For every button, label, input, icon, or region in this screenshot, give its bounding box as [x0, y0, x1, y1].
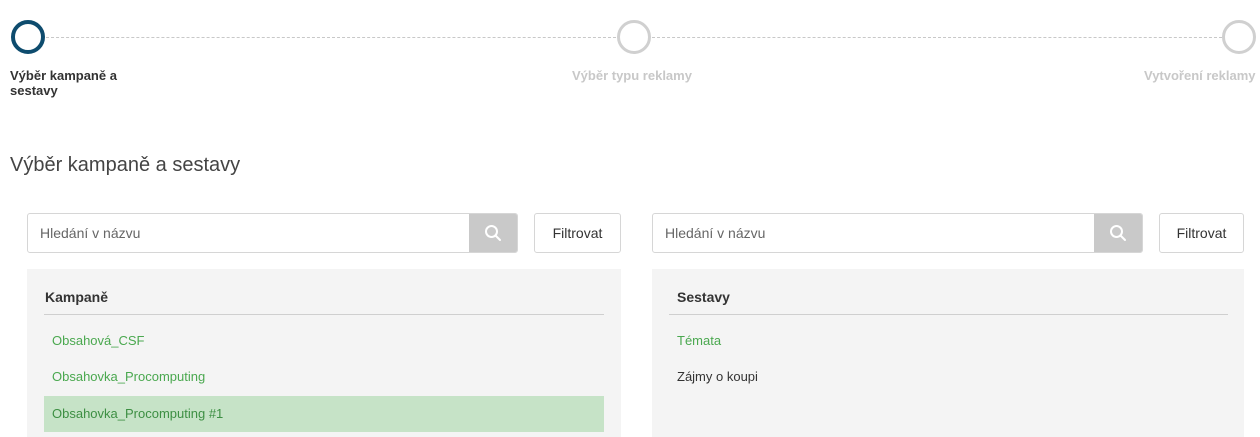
step-connector — [652, 37, 1222, 38]
progress-stepper: Výběr kampaně a sestavy Výběr typu rekla… — [0, 0, 1260, 110]
adsets-panel: Filtrovat Sestavy — [652, 213, 1244, 437]
adsets-list-header: Sestavy — [677, 289, 730, 305]
step-connector — [46, 37, 616, 38]
search-icon — [485, 225, 501, 241]
adsets-search-button[interactable] — [1094, 214, 1142, 252]
adset-item-temata[interactable]: Témata — [669, 323, 1228, 359]
campaign-item-obsahovka-procomputing[interactable]: Obsahovka_Procomputing — [44, 359, 604, 395]
adsets-search-box — [652, 213, 1143, 253]
step-2-indicator — [617, 20, 651, 54]
adset-item-zajmy-o-koupi[interactable]: Zájmy o koupi — [669, 359, 1228, 395]
page-title: Výběr kampaně a sestavy — [10, 154, 241, 176]
campaigns-list-header: Kampaně — [45, 289, 109, 305]
adsets-search-row: Filtrovat — [652, 213, 1244, 253]
campaigns-panel: Filtrovat Kampaně — [27, 213, 621, 437]
step-3-label: Vytvoření reklamy — [1144, 68, 1256, 83]
step-3-indicator — [1222, 20, 1256, 54]
campaign-item-obsahovka-procomputing-1[interactable]: Obsahovka_Procomputing #1 — [44, 396, 604, 432]
campaign-item-obsahova-csf[interactable]: Obsahová_CSF — [44, 323, 604, 359]
campaigns-search-row: Filtrovat — [27, 213, 621, 253]
adsets-search-input[interactable] — [653, 214, 1093, 252]
list-divider — [669, 314, 1228, 315]
search-icon — [1110, 225, 1126, 241]
campaigns-search-box — [27, 213, 518, 253]
campaigns-filter-button[interactable]: Filtrovat — [534, 213, 621, 253]
campaigns-search-input[interactable] — [28, 214, 468, 252]
campaigns-search-button[interactable] — [469, 214, 517, 252]
adsets-filter-button[interactable]: Filtrovat — [1159, 213, 1244, 253]
step-2-label: Výběr typu reklamy — [572, 68, 692, 83]
list-divider — [44, 314, 604, 315]
step-1-indicator — [11, 20, 45, 54]
step-1-label: Výběr kampaně a sestavy — [10, 68, 117, 98]
